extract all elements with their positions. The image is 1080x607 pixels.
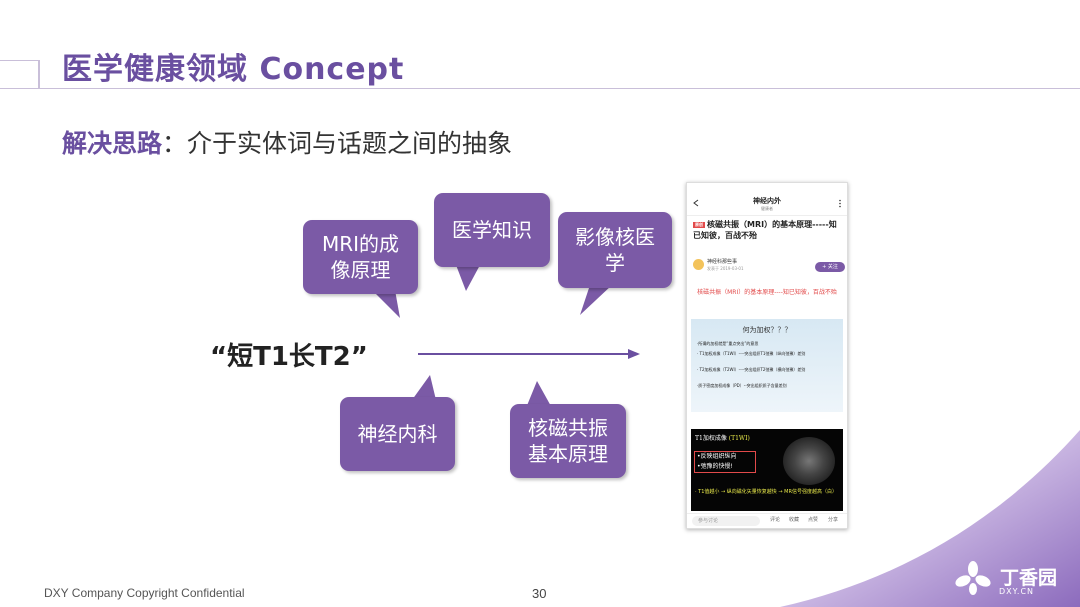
bubble-imaging-nuclear: 影像核医学 [558, 212, 672, 288]
follow-button[interactable]: + 关注 [815, 262, 845, 272]
phone-nav-title: 神经内外 [753, 197, 781, 205]
phone-nav-bar: 神经内外 健康者 [687, 193, 847, 216]
mri-heading-tag: (T1WI) [728, 435, 750, 442]
bubble-neurology: 神经内科 [340, 397, 455, 471]
slide-image-heading: 何为加权？？？ [742, 326, 792, 334]
bubble-medical-knowledge: 医学知识 [434, 193, 550, 267]
medical-bubble-tail [456, 265, 480, 291]
phone-nav-subtitle: 健康者 [761, 206, 773, 211]
bubble-mri-line2: 像原理 [330, 258, 391, 282]
mri-bubble-tail [372, 290, 400, 318]
mri-heading: T1加权成像 (T1WI) [695, 433, 750, 442]
mri-heading-text: T1加权成像 [695, 435, 727, 442]
query-term: “短T1长T2” [210, 342, 368, 372]
imaging-bubble-tail [580, 285, 612, 315]
article-slide-image: 何为加权？？？ ·所谓的加权就是“重点突出”的意思 · T1加权成像（T1WI）… [691, 319, 843, 412]
author-name[interactable]: 神经科那些事 [707, 258, 737, 265]
slide-image-line: ·所谓的加权就是“重点突出”的意思 [697, 341, 759, 346]
mri-callout-line: •反映组织纵向 [697, 453, 737, 460]
phone-status-bar [687, 183, 847, 191]
bubble-nmr-line2: 基本原理 [528, 442, 608, 466]
bubble-imaging-line1: 影像核医 [575, 225, 655, 249]
more-icon[interactable] [838, 199, 842, 209]
bubble-mri-principle: MRI的成 像原理 [303, 220, 418, 294]
bubble-mri-line1: MRI的成 [321, 232, 400, 256]
author-avatar[interactable] [693, 259, 704, 270]
article-lead: 核磁共振（MRI）的基本原理----知已知彼，百战不殆 [697, 289, 837, 296]
dxy-flower-logo-icon [955, 561, 991, 595]
comment-input[interactable]: 参与讨论 [692, 516, 760, 526]
author-meta: 发表于 2019-03-01 [707, 266, 744, 271]
bubble-medical-line1: 医学知识 [452, 218, 532, 242]
article-title-text: 核磁共振（MRI）的基本原理-----知已知彼，百战不殆 [693, 220, 837, 240]
slide-image-line: · T2加权成像（T2WI）----突出组织T2弛豫（横向弛豫）差别 [697, 367, 806, 372]
dxy-logo-text: 丁香园 [1000, 567, 1058, 589]
page-number: 30 [532, 586, 547, 601]
copyright-footer: DXY Company Copyright Confidential [44, 586, 245, 600]
mri-callout: •反映组织纵向 •弛豫的快慢! [694, 451, 756, 473]
arrow-right-icon [418, 349, 640, 359]
dxy-logo-domain: DXY.CN [999, 587, 1035, 596]
bubble-nmr-line1: 核磁共振 [528, 416, 608, 440]
article-tag: 原创 [693, 221, 705, 228]
article-title[interactable]: 原创 核磁共振（MRI）的基本原理-----知已知彼，百战不殆 [693, 219, 843, 241]
mri-callout-line: •弛豫的快慢! [697, 463, 733, 470]
bubble-nmr-principle: 核磁共振 基本原理 [510, 404, 626, 478]
bubble-imaging-line2: 学 [605, 251, 625, 275]
bubble-neuro-line1: 神经内科 [357, 422, 438, 446]
slide-image-line: ·质子密度加权成像（PD）--突出组织质子含量差别 [697, 383, 787, 388]
slide-image-line: · T1加权成像（T1WI）----突出组织T1弛豫（纵向弛豫）差别 [697, 351, 806, 356]
